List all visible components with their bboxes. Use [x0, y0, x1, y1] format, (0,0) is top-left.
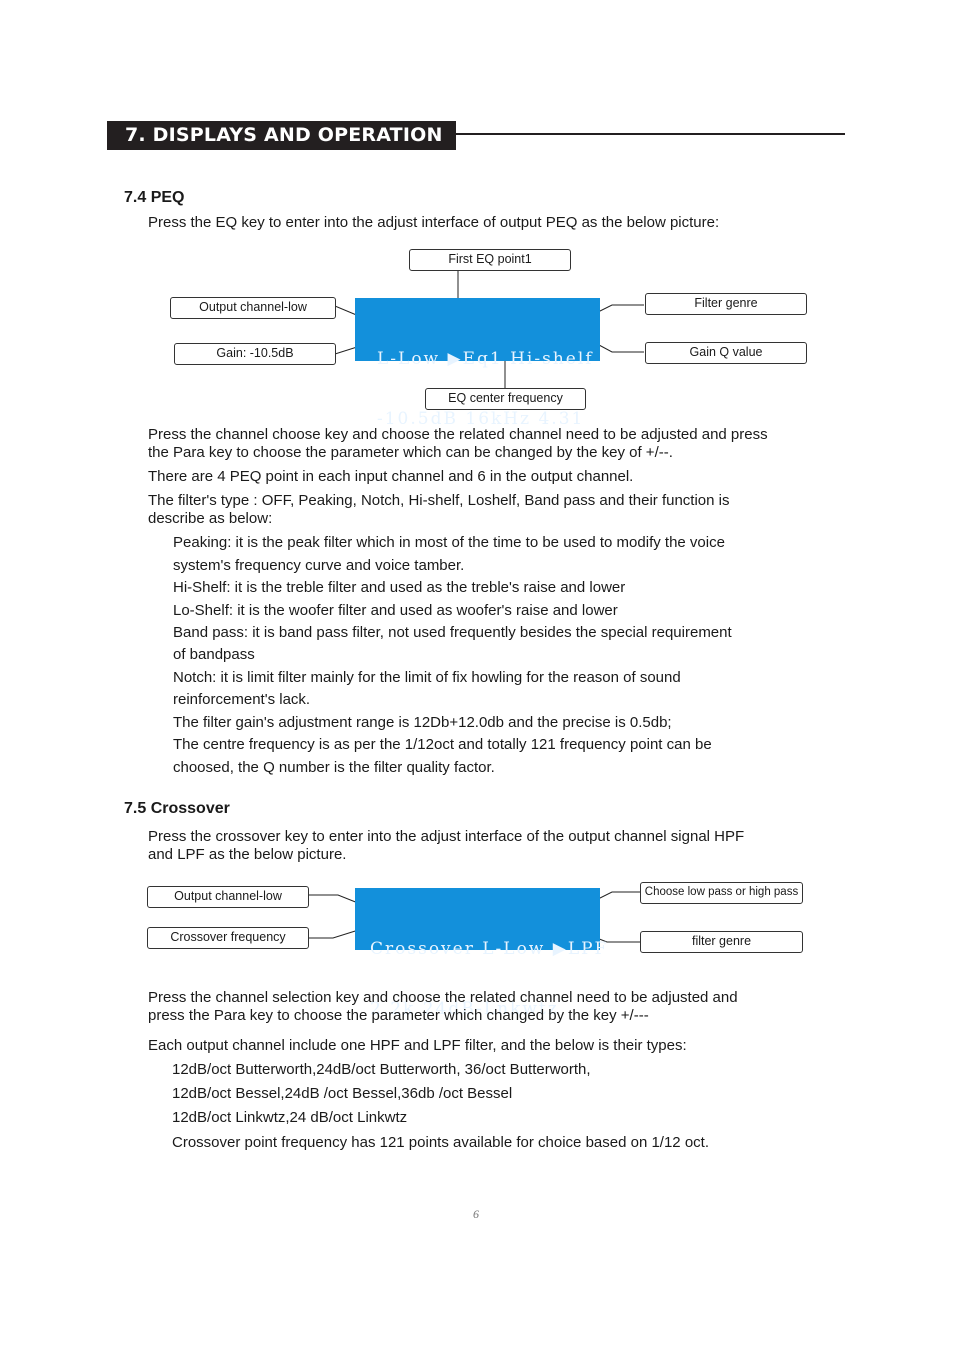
peq-detail-line: reinforcement's lack.	[173, 691, 311, 708]
section-title: 7. DISPLAYS AND OPERATION	[125, 124, 443, 146]
peq-detail-line: Notch: it is limit filter mainly for the…	[173, 669, 681, 686]
peq-para3-line2: describe as below:	[148, 510, 273, 527]
crossover-para2: Each output channel include one HPF and …	[148, 1037, 687, 1054]
peq-detail-line: Band pass: it is band pass filter, not u…	[173, 624, 732, 641]
label-filter-genre: Filter genre	[645, 293, 807, 315]
crossover-lcd-display: Crossover L-Low ▶LPF 2.2k 24dB-Lnkwtz	[355, 888, 606, 1019]
crossover-type-line: Crossover point frequency has 121 points…	[172, 1134, 709, 1151]
crossover-type-line: 12dB/oct Linkwtz,24 dB/oct Linkwtz	[172, 1109, 408, 1126]
crossover-type-line: 12dB/oct Bessel,24dB /oct Bessel,36db /o…	[172, 1085, 513, 1102]
label-first-eq-point: First EQ point1	[409, 249, 571, 271]
peq-lcd-line-1: L-Low ▶Eq1 Hi-shelf	[377, 349, 594, 369]
crossover-intro-line2: and LPF as the below picture.	[148, 846, 347, 863]
label-xo-filter-genre: filter genre	[640, 931, 803, 953]
label-xo-crossover-frequency: Crossover frequency	[147, 927, 309, 949]
peq-para1-line2: the Para key to choose the parameter whi…	[148, 444, 673, 461]
crossover-type-line: 12dB/oct Butterworth,24dB/oct Butterwort…	[172, 1061, 591, 1078]
peq-detail-line: of bandpass	[173, 646, 255, 663]
label-gain-q-value: Gain Q value	[645, 342, 807, 364]
crossover-heading: 7.5 Crossover	[124, 800, 230, 817]
peq-detail-line: Lo-Shelf: it is the woofer filter and us…	[173, 602, 618, 619]
label-output-channel: Output channel-low	[170, 297, 336, 319]
label-xo-choose-pass: Choose low pass or high pass	[640, 882, 803, 904]
peq-detail-line: The centre frequency is as per the 1/12o…	[173, 736, 712, 753]
crossover-intro-line1: Press the crossover key to enter into th…	[148, 828, 745, 845]
page-number: 6	[473, 1207, 479, 1221]
crossover-para1-line1: Press the channel selection key and choo…	[148, 989, 738, 1006]
peq-detail-line: choosed, the Q number is the filter qual…	[173, 759, 495, 776]
section-banner: 7. DISPLAYS AND OPERATION	[107, 121, 456, 150]
peq-detail-line: Peaking: it is the peak filter which in …	[173, 534, 725, 551]
peq-detail-line: Hi-Shelf: it is the treble filter and us…	[173, 579, 626, 596]
peq-heading: 7.4 PEQ	[124, 189, 185, 206]
section-rule	[456, 133, 845, 135]
peq-detail-line: system's frequency curve and voice tambe…	[173, 557, 465, 574]
label-gain: Gain: -10.5dB	[174, 343, 336, 365]
crossover-para1-line2: press the Para key to choose the paramet…	[148, 1007, 649, 1024]
label-xo-output-channel: Output channel-low	[147, 886, 309, 908]
peq-detail-line: The filter gain's adjustment range is 12…	[173, 714, 672, 731]
peq-intro: Press the EQ key to enter into the adjus…	[148, 214, 720, 231]
crossover-lcd-line-1: Crossover L-Low ▶LPF	[370, 939, 609, 959]
peq-lcd-display: L-Low ▶Eq1 Hi-shelf -10.5dB 16kHz 4.31	[355, 298, 600, 429]
peq-para3-line1: The filter's type : OFF, Peaking, Notch,…	[148, 492, 730, 509]
peq-para1-line1: Press the channel choose key and choose …	[148, 426, 768, 443]
peq-para2: There are 4 PEQ point in each input chan…	[148, 468, 634, 485]
